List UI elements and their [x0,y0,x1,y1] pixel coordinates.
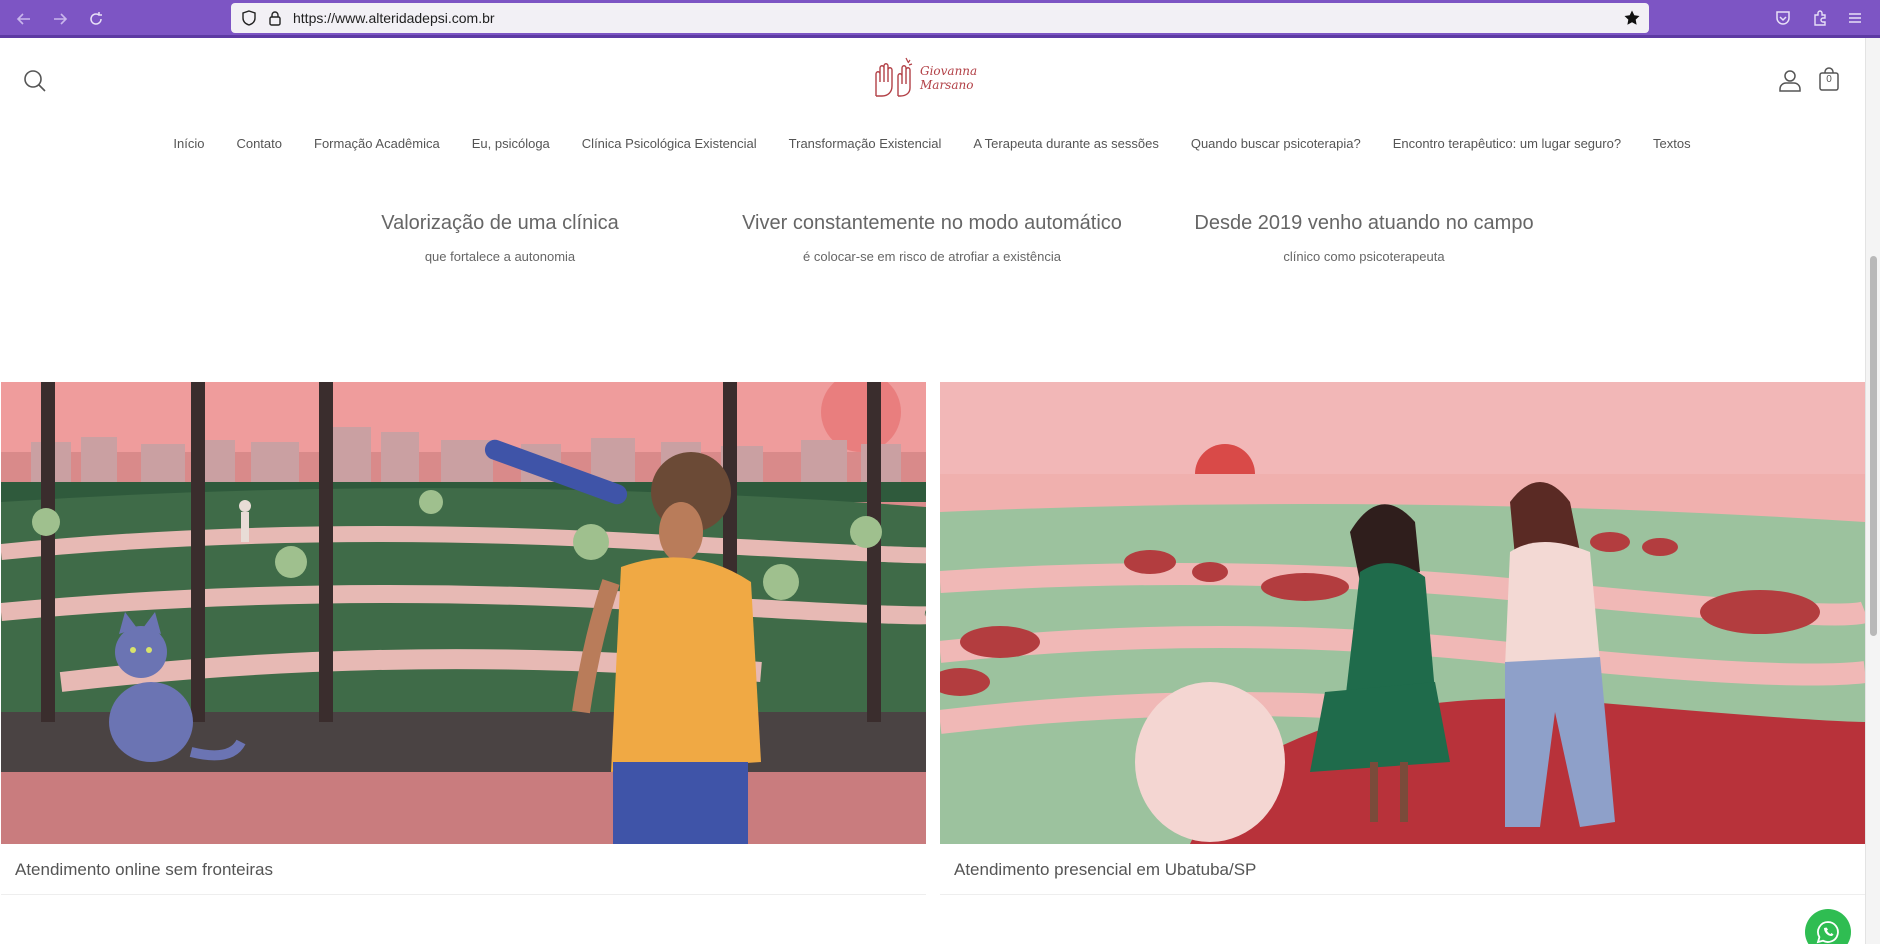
feature-subtitle: que fortalece a autonomia [424,249,576,264]
address-bar[interactable]: https://www.alteridadepsi.com.br [231,3,1649,33]
whatsapp-icon [1816,921,1839,944]
feature-subtitle: clínico como psicoterapeuta [1283,249,1445,264]
main-menu: Início Contato Formação Acadêmica Eu, ps… [0,136,1864,151]
logo-text: Giovanna Marsano [920,64,977,92]
card-divider [1,894,926,895]
menu-item-contato[interactable]: Contato [236,136,282,151]
logo-line-2: Marsano [920,78,974,92]
feature-title: Viver constantemente no modo automático [742,212,1122,234]
browser-toolbar: https://www.alteridadepsi.com.br [0,0,1880,38]
cart-count: 0 [1826,74,1832,85]
forward-button[interactable] [48,7,72,31]
back-button[interactable] [12,7,36,31]
extensions-icon[interactable] [1811,9,1829,27]
feature-subtitle: é colocar-se em risco de atrofiar a exis… [803,249,1061,264]
arrow-right-icon [54,13,68,25]
scrollbar-thumb[interactable] [1870,256,1877,636]
reload-button[interactable] [84,7,108,31]
url-text[interactable]: https://www.alteridadepsi.com.br [293,10,495,26]
card-presencial[interactable]: Atendimento presencial em Ubatuba/SP [940,382,1865,896]
scrollbar[interactable] [1865,38,1880,944]
site-logo[interactable]: Giovanna Marsano [872,54,977,104]
site-header: Giovanna Marsano 0 Início Contato Formaç… [0,38,1864,210]
lock-icon[interactable] [267,10,283,26]
card-divider [940,894,1865,895]
menu-item-clinica[interactable]: Clínica Psicológica Existencial [582,136,757,151]
illustration-presencial-image [940,382,1865,844]
menu-item-formacao[interactable]: Formação Acadêmica [314,136,440,151]
user-account-icon[interactable] [1778,68,1802,92]
menu-item-transformacao[interactable]: Transformação Existencial [789,136,942,151]
menu-item-terapeuta[interactable]: A Terapeuta durante as sessões [973,136,1159,151]
hands-logo-icon [875,57,913,97]
search-icon[interactable] [22,68,48,94]
feature-title: Valorização de uma clínica [381,212,619,234]
card-title[interactable]: Atendimento presencial em Ubatuba/SP [954,860,1256,880]
menu-item-eu-psicologa[interactable]: Eu, psicóloga [472,136,550,151]
menu-item-quando-buscar[interactable]: Quando buscar psicoterapia? [1191,136,1361,151]
bookmark-star-icon[interactable] [1623,9,1641,27]
illustration-online-image [1,382,926,844]
feature-item: Viver constantemente no modo automático … [720,212,1144,264]
card-online[interactable]: Atendimento online sem fronteiras [1,382,926,896]
feature-item: Desde 2019 venho atuando no campo clínic… [1152,212,1576,264]
menu-item-inicio[interactable]: Início [173,136,204,151]
menu-item-textos[interactable]: Textos [1653,136,1691,151]
feature-title: Desde 2019 venho atuando no campo [1194,212,1534,234]
shield-icon[interactable] [241,10,257,26]
reload-icon [90,12,102,25]
menu-icon[interactable] [1846,9,1864,27]
card-title[interactable]: Atendimento online sem fronteiras [15,860,273,880]
cart-button[interactable]: 0 [1818,67,1840,91]
pocket-icon[interactable] [1774,9,1792,27]
whatsapp-button[interactable] [1805,909,1851,944]
menu-item-encontro[interactable]: Encontro terapêutico: um lugar seguro? [1393,136,1621,151]
arrow-left-icon [16,13,30,25]
logo-line-1: Giovanna [920,64,978,78]
feature-item: Valorização de uma clínica que fortalece… [288,212,712,264]
